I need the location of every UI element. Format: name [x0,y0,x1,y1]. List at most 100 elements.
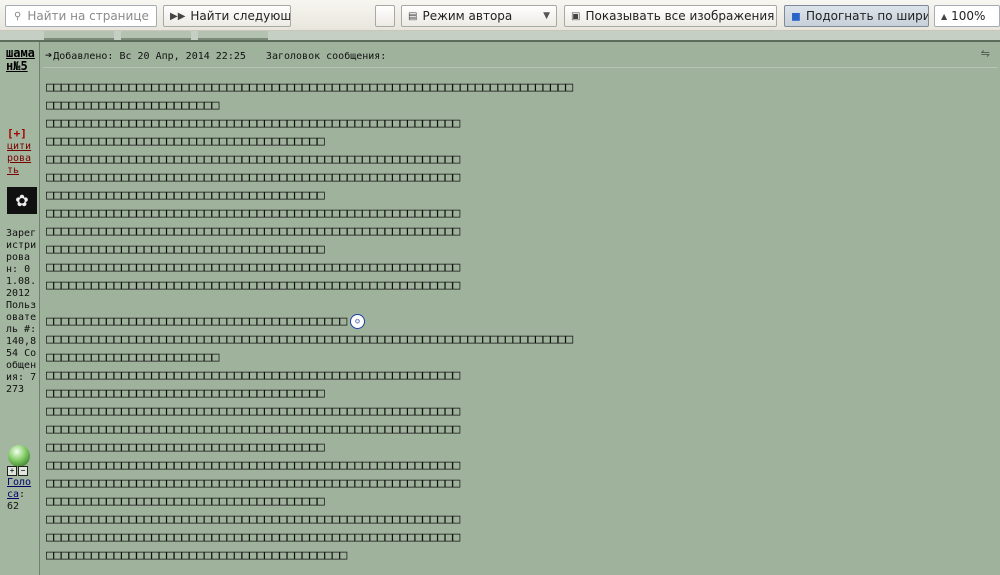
previous-row-strip [0,31,1000,42]
post-line-text: □□□□□□□□□□□□□□□□□□□□□□□□□□□□□□□□□□□□□□□□… [46,206,460,221]
user-meta: Зарегистрирован: 01.08.2012 Пользователь… [6,228,38,396]
post-body: ➔Добавлено: Вс 20 Апр, 2014 22:25 Заголо… [41,42,1000,575]
post-line: □□□□□□□□□□□□□□□□□□□□□□□□□□□□□□□□□□□□□□□□… [46,511,573,529]
image-icon: ▣ [571,10,581,22]
post-text: □□□□□□□□□□□□□□□□□□□□□□□□□□□□□□□□□□□□□□□□… [46,79,573,565]
post-line: □□□□□□□□□□□□□□□□□□□□□□□□□□□□□□□□□□□□□□□□… [46,169,573,187]
author-mode-dropdown[interactable]: ▤ Режим автора ▼ [401,5,557,27]
reader-toolbar: ⚲ Найти на странице ▶▶ Найти следующее ▤… [0,0,1000,31]
author-mode-icon: ▤ [408,10,418,22]
fit-width-label: Подогнать по ширине [805,9,928,23]
post-line: □□□□□□□□□□□□□□□□□□□□□□□□□□□□□□□□□□□□□□□□… [46,259,573,277]
fit-width-button[interactable]: ◼ Подогнать по ширине [784,5,929,27]
post-line-text: □□□□□□□□□□□□□□□□□□□□□□□□□□□□□□□□□□□□□ [46,242,325,257]
smiley-icon: ☺ [350,314,366,329]
vote-plus-icon[interactable]: + [7,466,17,476]
post-line: □□□□□□□□□□□□□□□□□□□□□□□□□□□□□□□□□□□□□ [46,439,573,457]
show-images-label: Показывать все изображения [585,9,775,23]
post-line-text: □□□□□□□□□□□□□□□□□□□□□□□□□□□□□□□□□□□□□ [46,494,325,509]
user-plus-toggle[interactable]: [+] [7,127,27,140]
post-line-text: □□□□□□□□□□□□□□□□□□□□□□□□□□□□□□□□□□□□□□□□… [46,404,460,419]
strip-tab [44,31,114,40]
post-line-text: □□□□□□□□□□□□□□□□□□□□□□□□□□□□□□□□□□□□□□□□… [46,224,460,239]
post-line-text: □□□□□□□□□□□□□□□□□□□□□□□□□□□□□□□□□□□□□ [46,134,325,149]
username-link[interactable]: шаман№5 [6,47,38,73]
post-header: ➔Добавлено: Вс 20 Апр, 2014 22:25 Заголо… [45,48,386,62]
zoom-value: 100% [951,9,986,23]
votes-link[interactable]: Голоса [7,477,31,500]
post-line: □□□□□□□□□□□□□□□□□□□□□□□□□□□□□□□□□□□□□ [46,187,573,205]
fit-width-icon: ◼ [791,9,801,23]
post-subject-label: Заголовок сообщения: [265,51,387,62]
online-status-icon [8,445,30,467]
post-divider [43,67,998,68]
post-line-text: □□□□□□□□□□□□□□□□□□□□□□□□□□□□□□□□□□□□□□□□… [46,422,460,437]
post-line-text: □□□□□□□□□□□□□□□□□□□□□□□□□□□□□□□□□□□□□□□□… [46,512,460,527]
post-line-text: □□□□□□□□□□□□□□□□□□□□□□□□□□□□□□□□□□□□□□□□… [46,476,460,491]
find-next-button[interactable]: ▶▶ Найти следующее [163,5,291,27]
post-line: □□□□□□□□□□□□□□□□□□□□□□□□□□□□□□□□□□□□□□□□… [46,223,573,241]
vote-minus-icon[interactable]: − [18,466,28,476]
show-images-button[interactable]: ▣ Показывать все изображения [564,5,777,27]
post-line-text: □□□□□□□□□□□□□□□□□□□□□□□□□□□□□□□□□□□□□□□□… [46,530,460,545]
avatar: ✿ [7,187,37,214]
post-line: □□□□□□□□□□□□□□□□□□□□□□□□□□□□□□□□□□□□□□□□… [46,151,573,169]
user-info-column: шаман№5 [+] цитировать ✿ Зарегистрирован… [0,42,40,575]
user-number-label: Пользователь #: [6,300,37,335]
post-line: □□□□□□□□□□□□□□□□□□□□□□□□□□□□□□□□□□□□□ [46,385,573,403]
post-line: □□□□□□□□□□□□□□□□□□□□□□□□□□□□□□□□□□□□□□□□ [46,547,573,565]
post-line [46,295,573,313]
post-line-text: □□□□□□□□□□□□□□□□□□□□□□□□□□□□□□□□□□□□□□□□… [46,116,460,131]
author-mode-label: Режим автора [422,9,513,23]
post-line: □□□□□□□□□□□□□□□□□□□□□□□□□□□□□□□□□□□□□□□□… [46,313,573,331]
zoom-select[interactable]: ▲ 100% [934,5,1000,27]
search-input[interactable]: ⚲ Найти на странице [5,5,157,27]
post-line: □□□□□□□□□□□□□□□□□□□□□□□□□□□□□□□□□□□□□□□□… [46,475,573,493]
strip-tab [198,31,268,40]
post-date: Добавлено: Вс 20 Апр, 2014 22:25 [53,51,246,62]
votes-info: Голоса: 62 [7,477,32,512]
post-line-text: □□□□□□□□□□□□□□□□□□□□□□□□□□□□□□□□□□□□□□□□… [46,170,460,185]
post-arrow-icon[interactable]: ➔ [45,48,52,62]
post-line-text: □□□□□□□□□□□□□□□□□□□□□□□□□□□□□□□□□□□□□ [46,440,325,455]
chevron-down-icon: ▼ [543,11,550,21]
post-line: □□□□□□□□□□□□□□□□□□□□□□□□□□□□□□□□□□□□□□□□… [46,331,573,349]
post-line-text: □□□□□□□□□□□□□□□□□□□□□□□□□□□□□□□□□□□□□□□□… [46,260,460,275]
post-line-text: □□□□□□□□□□□□□□□□□□□□□□□ [46,98,220,113]
expand-icon[interactable]: ⇋ [981,47,990,60]
post-line-text: □□□□□□□□□□□□□□□□□□□□□□□□□□□□□□□□□□□□□□□□… [46,152,460,167]
find-next-label: Найти следующее [190,9,291,23]
zoom-arrow-icon: ▲ [941,11,948,21]
post-line: □□□□□□□□□□□□□□□□□□□□□□□□□□□□□□□□□□□□□ [46,133,573,151]
post-line: □□□□□□□□□□□□□□□□□□□□□□□□□□□□□□□□□□□□□□□□… [46,421,573,439]
post-line-text: □□□□□□□□□□□□□□□□□□□□□□□□□□□□□□□□□□□□□□□□… [46,278,460,293]
post-line: □□□□□□□□□□□□□□□□□□□□□□□□□□□□□□□□□□□□□ [46,241,573,259]
post-line: □□□□□□□□□□□□□□□□□□□□□□□□□□□□□□□□□□□□□□□□… [46,403,573,421]
empty-toggle-button[interactable] [375,5,395,27]
post-line-text: □□□□□□□□□□□□□□□□□□□□□□□□□□□□□□□□□□□□□□□□… [46,458,460,473]
registered-label: Зарегистрирован: [6,228,37,275]
post-line-text: □□□□□□□□□□□□□□□□□□□□□□□□□□□□□□□□□□□□□ [46,188,325,203]
post-line-text: □□□□□□□□□□□□□□□□□□□□□□□□□□□□□□□□□□□□□□□□ [46,314,348,329]
post-line: □□□□□□□□□□□□□□□□□□□□□□□□□□□□□□□□□□□□□□□□… [46,79,573,97]
post-line: □□□□□□□□□□□□□□□□□□□□□□□□□□□□□□□□□□□□□ [46,493,573,511]
post-line: □□□□□□□□□□□□□□□□□□□□□□□□□□□□□□□□□□□□□□□□… [46,205,573,223]
post-line: □□□□□□□□□□□□□□□□□□□□□□□ [46,349,573,367]
search-placeholder: Найти на странице [27,9,149,23]
post-line: □□□□□□□□□□□□□□□□□□□□□□□□□□□□□□□□□□□□□□□□… [46,529,573,547]
post-line-text: □□□□□□□□□□□□□□□□□□□□□□□□□□□□□□□□□□□□□ [46,386,325,401]
votes-count: 62 [7,501,20,512]
vote-controls: + − [7,466,28,476]
search-icon: ⚲ [14,10,22,22]
post-line: □□□□□□□□□□□□□□□□□□□□□□□□□□□□□□□□□□□□□□□□… [46,115,573,133]
quote-link[interactable]: цитировать [7,141,37,177]
post-line-text: □□□□□□□□□□□□□□□□□□□□□□□□□□□□□□□□□□□□□□□□… [46,332,573,347]
post-line: □□□□□□□□□□□□□□□□□□□□□□□□□□□□□□□□□□□□□□□□… [46,277,573,295]
strip-tab [121,31,191,40]
post-line-text: □□□□□□□□□□□□□□□□□□□□□□□ [46,350,220,365]
post-line: □□□□□□□□□□□□□□□□□□□□□□□□□□□□□□□□□□□□□□□□… [46,457,573,475]
post-line-text: □□□□□□□□□□□□□□□□□□□□□□□□□□□□□□□□□□□□□□□□… [46,368,460,383]
post-line: □□□□□□□□□□□□□□□□□□□□□□□ [46,97,573,115]
post-line-text: □□□□□□□□□□□□□□□□□□□□□□□□□□□□□□□□□□□□□□□□… [46,80,573,95]
find-next-icon: ▶▶ [170,10,186,22]
